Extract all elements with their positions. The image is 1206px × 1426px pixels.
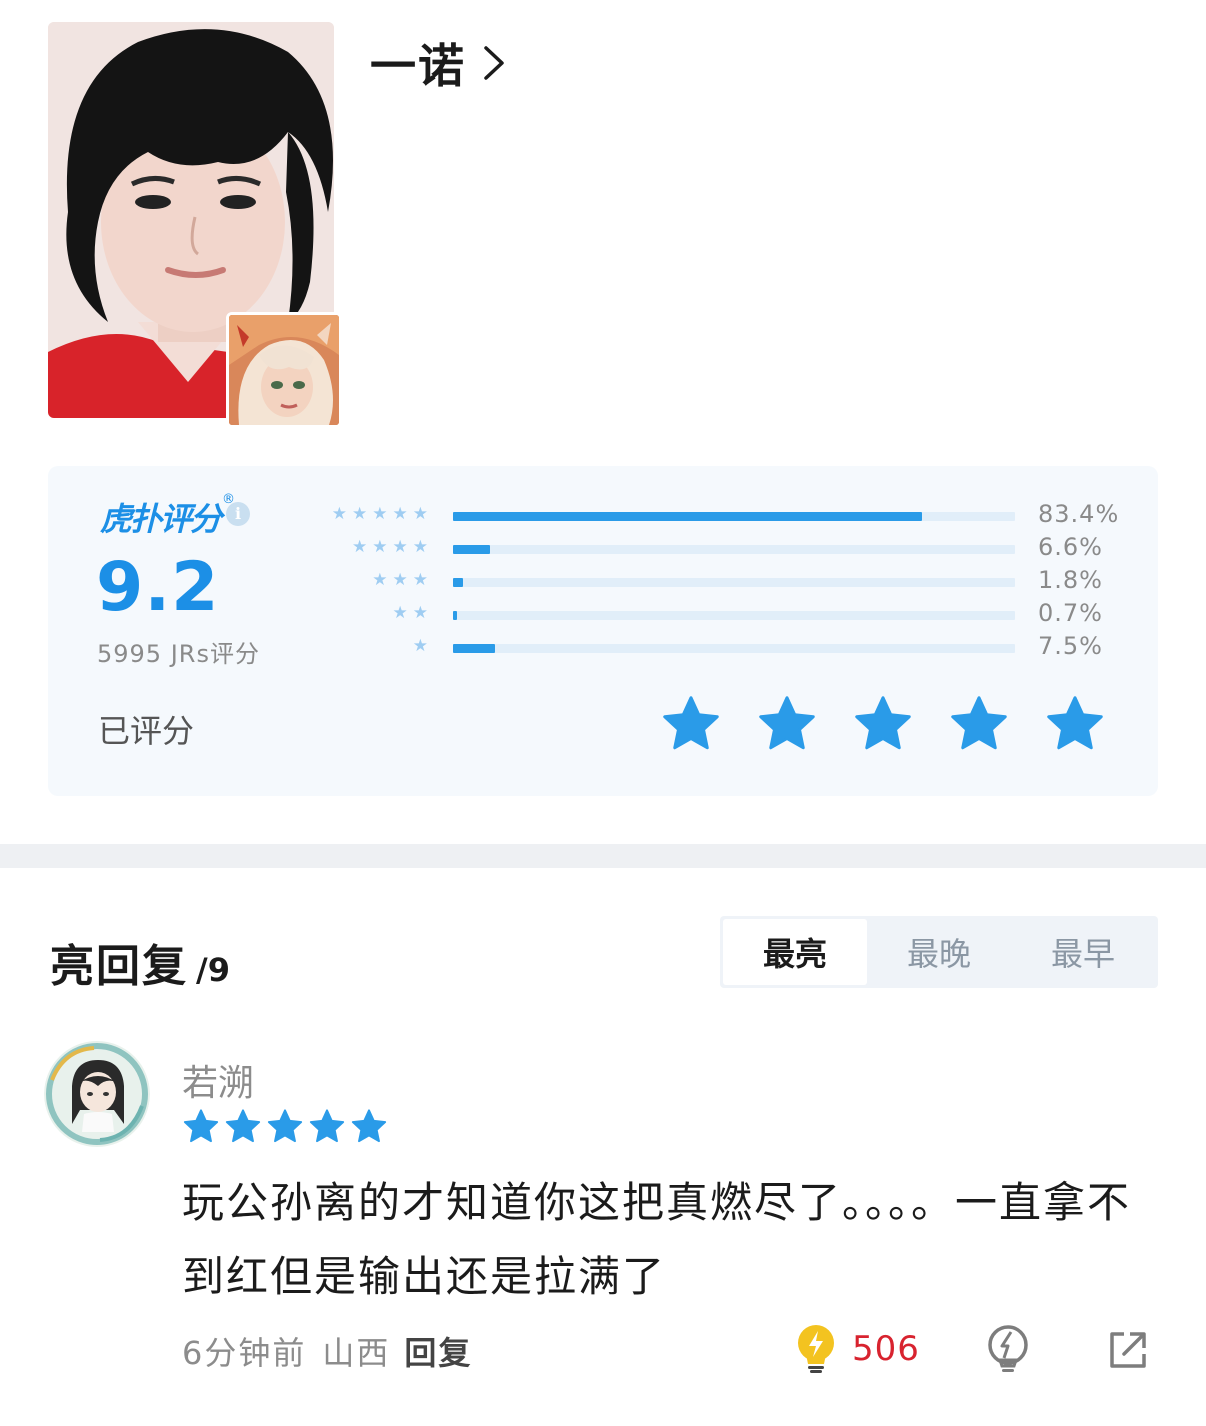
distribution-bar-fill [453,545,491,554]
distribution-stars: ★ ★ ★ ★ [352,537,428,557]
small-star-icon: ★ [412,603,428,623]
rating-count: 5995 JRs评分 [97,640,260,668]
distribution-percent: 1.8% [1038,566,1103,594]
distribution-bar-track [453,545,1015,554]
comment-location: 山西 [322,1334,391,1372]
tab-brightest[interactable]: 最亮 [723,919,867,985]
distribution-bar-fill [453,611,458,620]
distribution-percent: 6.6% [1038,533,1103,561]
commenter-avatar[interactable] [44,1040,150,1148]
distribution-bar-track [453,512,1015,521]
replies-title: 亮回复 [50,941,188,992]
info-icon[interactable]: i [226,502,250,526]
distribution-bar-track [453,644,1015,653]
small-star-icon: ★ [372,537,388,557]
commenter-name[interactable]: 若溯 [182,1054,254,1106]
comment-meta: 6分钟前 山西 回复 [182,1328,472,1374]
rating-brand-logo: 虎扑评分 ® [100,492,235,540]
distribution-stars: ★ [413,636,428,656]
small-star-icon: ★ [412,537,428,557]
sort-tabs: 最亮 最晚 最早 [720,916,1158,988]
distribution-percent: 83.4% [1038,500,1120,528]
distribution-row: ★ 7.5% [308,632,1128,667]
small-star-icon: ★ [352,537,368,557]
small-star-icon: ★ [392,504,408,524]
comment-time: 6分钟前 [182,1334,307,1372]
small-star-icon: ★ [412,570,428,590]
distribution-bar-fill [453,644,496,653]
replies-header: 亮回复 /9 [50,930,230,994]
small-star-icon: ★ [412,504,428,524]
rating-star-4[interactable] [948,694,1010,754]
rating-star-5[interactable] [1044,694,1106,754]
rating-card: 虎扑评分 ® i 9.2 5995 JRs评分 已评分 ★ ★ ★ ★ ★ 83.4% ★ ★… [48,466,1158,796]
small-star-icon: ★ [331,504,347,524]
reply-button[interactable]: 回复 [404,1328,472,1374]
distribution-percent: 0.7% [1038,599,1103,627]
tab-earliest[interactable]: 最早 [1011,919,1155,985]
distribution-row: ★ ★ 0.7% [308,599,1128,634]
small-star-icon: ★ [412,636,428,656]
tab-latest[interactable]: 最晚 [867,919,1011,985]
player-name-link[interactable]: 一诺 [370,32,508,94]
distribution-bar-fill [453,512,922,521]
distribution-row: ★ ★ ★ ★ 6.6% [308,533,1128,568]
distribution-stars: ★ ★ [393,603,429,623]
lightbulb-icon [798,1325,834,1373]
commenter-star-icon [267,1109,303,1143]
commenter-star-icon [351,1109,387,1143]
distribution-row: ★ ★ ★ ★ ★ 83.4% [308,500,1128,535]
rating-distribution: ★ ★ ★ ★ ★ 83.4% ★ ★ ★ ★ 6.6% ★ ★ ★ 1.8% ★ ★ 0.7% ★ 7.5% [308,500,1128,667]
small-star-icon: ★ [392,537,408,557]
light-button[interactable]: 506 [796,1324,920,1374]
distribution-bar-track [453,611,1015,620]
small-star-icon: ★ [392,570,408,590]
section-divider [0,844,1206,868]
distribution-bar-fill [453,578,464,587]
hero-avatar[interactable] [226,312,342,428]
commenter-star-icon [309,1109,345,1143]
dislike-bulb-icon[interactable] [984,1324,1032,1376]
commenter-star-icon [225,1109,261,1143]
average-score: 9.2 [96,548,220,627]
rating-brand-text: 虎扑评分 [100,500,222,538]
distribution-stars: ★ ★ ★ ★ ★ [332,504,428,524]
replies-count: /9 [196,951,230,989]
distribution-stars: ★ ★ ★ [372,570,428,590]
like-count: 506 [852,1329,920,1369]
my-rating-stars[interactable] [660,694,1106,754]
small-star-icon: ★ [352,504,368,524]
commenter-rating-stars [182,1108,388,1145]
share-icon[interactable] [1106,1328,1150,1372]
distribution-bar-track [453,578,1015,587]
rating-star-3[interactable] [852,694,914,754]
small-star-icon: ★ [372,570,388,590]
small-star-icon: ★ [392,603,408,623]
player-name: 一诺 [370,39,466,93]
distribution-row: ★ ★ ★ 1.8% [308,566,1128,601]
rating-star-2[interactable] [756,694,818,754]
distribution-percent: 7.5% [1038,632,1103,660]
commenter-star-icon [183,1109,219,1143]
comment-text: 玩公孙离的才知道你这把真燃尽了。。。。一直拿不到红但是输出还是拉满了 [182,1178,1132,1301]
chevron-right-icon [484,46,504,80]
small-star-icon: ★ [372,504,388,524]
rated-status: 已评分 [98,712,195,750]
rating-star-1[interactable] [660,694,722,754]
